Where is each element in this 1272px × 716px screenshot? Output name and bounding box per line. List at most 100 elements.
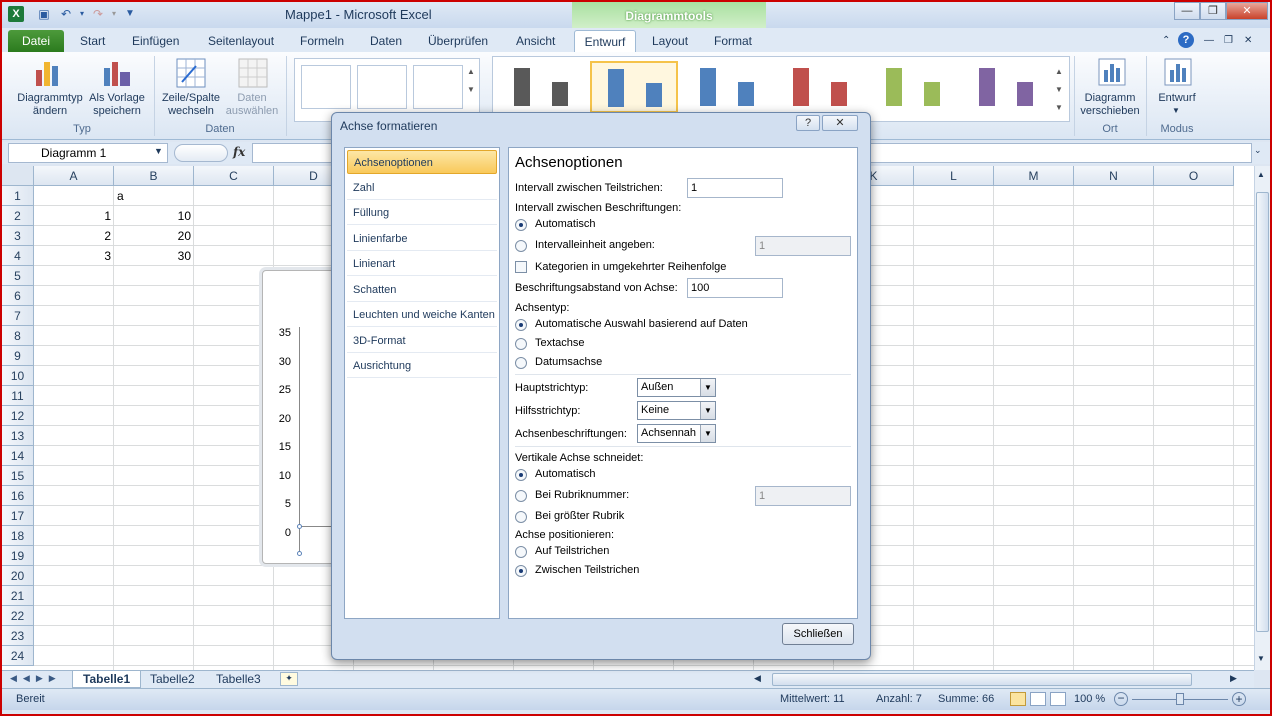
name-box[interactable]: Diagramm 1: [8, 143, 168, 163]
column-header-m[interactable]: M: [994, 166, 1074, 186]
save-icon[interactable]: ▣: [36, 6, 52, 22]
row-header-15[interactable]: 15: [2, 466, 34, 486]
insert-sheet-icon[interactable]: ✦: [280, 672, 298, 686]
row-header-11[interactable]: 11: [2, 386, 34, 406]
change-chart-type-button[interactable]: Diagrammtyp ändern: [12, 56, 83, 122]
category-number-input[interactable]: 1: [755, 486, 851, 506]
radio-text-axis[interactable]: [515, 338, 527, 350]
row-header-21[interactable]: 21: [2, 586, 34, 606]
tab-daten[interactable]: Daten: [364, 32, 408, 52]
column-header-c[interactable]: C: [194, 166, 274, 186]
radio-between-ticks[interactable]: [515, 565, 527, 577]
cell-b3[interactable]: 20: [114, 226, 194, 246]
expand-formula-bar-icon[interactable]: ⌄: [1254, 145, 1262, 156]
tab-format[interactable]: Format: [708, 32, 758, 52]
zoom-level[interactable]: 100 %: [1074, 693, 1105, 705]
row-header-20[interactable]: 20: [2, 566, 34, 586]
chart-style-option[interactable]: [683, 61, 771, 113]
row-header-18[interactable]: 18: [2, 526, 34, 546]
axis-selection-handle[interactable]: [297, 524, 302, 529]
horizontal-scroll-thumb[interactable]: [772, 673, 1192, 686]
dialog-help-button[interactable]: ?: [796, 115, 820, 131]
chart-style-option[interactable]: [962, 61, 1050, 113]
column-header-o[interactable]: O: [1154, 166, 1234, 186]
doc-restore-icon[interactable]: ❐: [1218, 32, 1239, 52]
row-header-10[interactable]: 10: [2, 366, 34, 386]
row-header-5[interactable]: 5: [2, 266, 34, 286]
row-header-14[interactable]: 14: [2, 446, 34, 466]
formula-bar-splitter[interactable]: [174, 144, 228, 162]
styles-scroll-down-icon[interactable]: ▼: [1055, 85, 1063, 94]
page-layout-view-icon[interactable]: [1030, 692, 1046, 706]
insert-function-icon[interactable]: fx: [233, 145, 245, 159]
chart-style-option[interactable]: [776, 61, 864, 113]
minimize-window-button[interactable]: —: [1174, 2, 1200, 20]
row-header-13[interactable]: 13: [2, 426, 34, 446]
help-icon[interactable]: ?: [1178, 32, 1194, 48]
sheet-tab-tabelle1[interactable]: Tabelle1: [72, 671, 142, 688]
dialog-nav-item[interactable]: 3D-Format: [347, 329, 497, 353]
undo-dropdown-icon[interactable]: ▾: [74, 6, 90, 22]
chart-layout-2[interactable]: [357, 65, 407, 109]
dialog-nav-item[interactable]: Leuchten und weiche Kanten: [347, 303, 497, 327]
zoom-slider-thumb[interactable]: [1176, 693, 1184, 705]
save-as-template-button[interactable]: Als Vorlage speichern: [84, 56, 150, 122]
column-header-n[interactable]: N: [1074, 166, 1154, 186]
redo-dropdown-icon[interactable]: ▾: [106, 6, 122, 22]
move-chart-button[interactable]: Diagramm verschieben: [1078, 56, 1142, 122]
row-header-12[interactable]: 12: [2, 406, 34, 426]
chart-layout-1[interactable]: [301, 65, 351, 109]
vertical-scrollbar[interactable]: ▲ ▼: [1254, 166, 1270, 670]
row-header-7[interactable]: 7: [2, 306, 34, 326]
dialog-nav-item[interactable]: Schatten: [347, 278, 497, 302]
restore-window-button[interactable]: ❐: [1200, 2, 1226, 20]
select-all-corner[interactable]: [2, 166, 34, 186]
radio-date-axis[interactable]: [515, 357, 527, 369]
chart-style-option[interactable]: [590, 61, 678, 113]
doc-minimize-icon[interactable]: —: [1198, 32, 1220, 52]
hscroll-left-icon[interactable]: ◀: [754, 673, 761, 684]
chart-object[interactable]: 35 30 25 20 15 10 5 0: [262, 270, 343, 564]
tab-entwurf[interactable]: Entwurf: [574, 30, 636, 54]
styles-more-icon[interactable]: ▼: [1055, 103, 1063, 112]
sheet-tab-tabelle3[interactable]: Tabelle3: [206, 671, 271, 688]
cell-a2[interactable]: 1: [34, 206, 114, 226]
minor-tick-select[interactable]: Keine ▼: [637, 401, 716, 420]
dialog-nav-item[interactable]: Ausrichtung: [347, 354, 497, 378]
interval-unit-input[interactable]: 1: [755, 236, 851, 256]
cell-a4[interactable]: 3: [34, 246, 114, 266]
zoom-out-icon[interactable]: −: [1114, 692, 1128, 706]
radio-interval-auto[interactable]: [515, 219, 527, 231]
radio-on-ticks[interactable]: [515, 546, 527, 558]
tab-datei[interactable]: Datei: [8, 30, 64, 52]
tab-einfuegen[interactable]: Einfügen: [126, 32, 185, 52]
switch-row-column-button[interactable]: Zeile/Spalte wechseln: [158, 56, 224, 122]
dialog-nav-item[interactable]: Achsenoptionen: [347, 150, 497, 174]
row-header-17[interactable]: 17: [2, 506, 34, 526]
tab-seitenlayout[interactable]: Seitenlayout: [202, 32, 280, 52]
gallery-scroll-up-icon[interactable]: ▲: [467, 67, 475, 76]
dialog-nav-item[interactable]: Zahl: [347, 176, 497, 200]
column-header-a[interactable]: A: [34, 166, 114, 186]
close-window-button[interactable]: ✕: [1226, 2, 1268, 20]
row-header-4[interactable]: 4: [2, 246, 34, 266]
tab-formeln[interactable]: Formeln: [294, 32, 350, 52]
column-header-l[interactable]: L: [914, 166, 994, 186]
sheet-navigation-icons[interactable]: ◀◀▶▶: [10, 673, 62, 684]
vertical-scroll-thumb[interactable]: [1256, 192, 1269, 632]
radio-interval-unit[interactable]: [515, 240, 527, 252]
doc-close-icon[interactable]: ✕: [1238, 32, 1258, 52]
normal-view-icon[interactable]: [1010, 692, 1026, 706]
tab-ansicht[interactable]: Ansicht: [510, 32, 561, 52]
chart-layout-3[interactable]: [413, 65, 463, 109]
row-header-1[interactable]: 1: [2, 186, 34, 206]
hscroll-right-icon[interactable]: ▶: [1230, 673, 1237, 684]
cell-b1[interactable]: a: [114, 186, 127, 206]
cell-b2[interactable]: 10: [114, 206, 194, 226]
chart-style-option[interactable]: [497, 61, 585, 113]
excel-logo-icon[interactable]: X: [8, 6, 24, 22]
minimize-ribbon-icon[interactable]: ⌃: [1156, 32, 1176, 52]
axis-labels-select[interactable]: Achsennah ▼: [637, 424, 716, 443]
row-header-2[interactable]: 2: [2, 206, 34, 226]
tab-ueberpruefen[interactable]: Überprüfen: [422, 32, 494, 52]
